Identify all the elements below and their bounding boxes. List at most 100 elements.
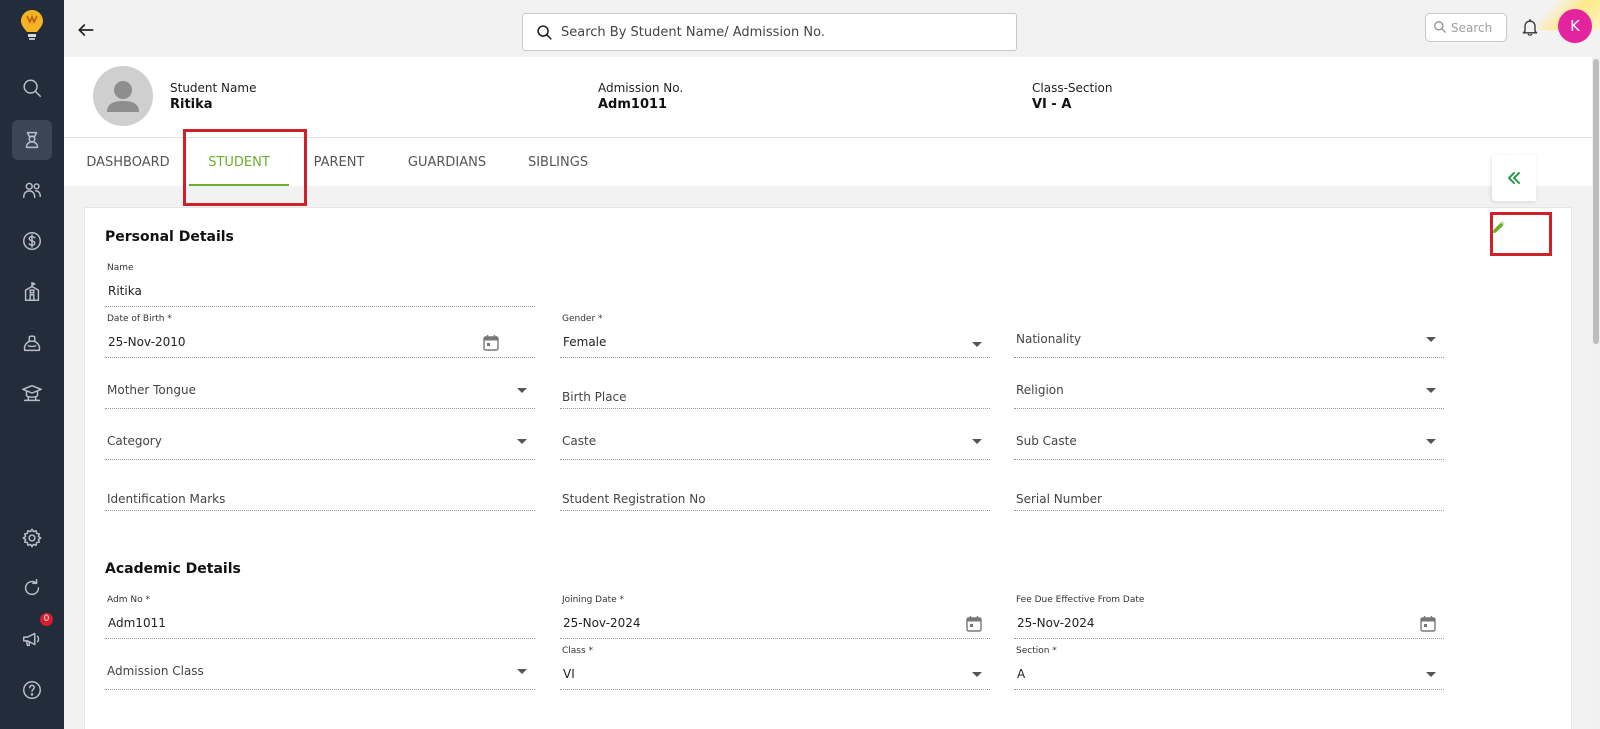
class-value: VI bbox=[563, 667, 575, 681]
personal-details-title: Personal Details bbox=[105, 229, 234, 245]
dob-label: Date of Birth * bbox=[107, 314, 172, 324]
gender-label: Gender * bbox=[562, 314, 603, 324]
joining-date-value: 25-Nov-2024 bbox=[563, 616, 641, 630]
calendar-icon[interactable] bbox=[483, 334, 499, 351]
chevron-down-icon bbox=[517, 388, 527, 393]
back-arrow-icon[interactable] bbox=[76, 20, 98, 42]
student-name-block: Student Name Ritika bbox=[170, 81, 256, 112]
section-select[interactable]: Section * A bbox=[1014, 646, 1444, 690]
nationality-select[interactable]: Nationality bbox=[1014, 314, 1444, 358]
name-field[interactable]: Name Ritika bbox=[105, 263, 535, 307]
sub-caste-placeholder: Sub Caste bbox=[1016, 434, 1077, 448]
academic-details-title: Academic Details bbox=[105, 561, 241, 577]
name-value: Ritika bbox=[108, 284, 142, 298]
caste-select[interactable]: Caste bbox=[560, 416, 990, 460]
identification-marks-placeholder: Identification Marks bbox=[107, 492, 226, 506]
tab-guardians[interactable]: GUARDIANS bbox=[408, 138, 486, 186]
chevron-down-icon bbox=[517, 669, 527, 674]
sidebar-help-icon[interactable] bbox=[12, 670, 52, 710]
name-label: Name bbox=[107, 263, 134, 273]
page-scrollbar[interactable] bbox=[1592, 57, 1600, 729]
section-value: A bbox=[1017, 667, 1026, 681]
chevron-down-icon bbox=[517, 439, 527, 444]
notification-count-badge: 0 bbox=[40, 613, 53, 626]
admission-class-select[interactable]: Admission Class bbox=[105, 646, 535, 690]
category-placeholder: Category bbox=[107, 434, 162, 448]
birth-place-field[interactable]: Birth Place bbox=[560, 365, 990, 409]
class-section-block: Class-Section VI - A bbox=[1032, 81, 1112, 112]
app-logo-icon[interactable] bbox=[18, 8, 46, 44]
global-search-box[interactable] bbox=[1425, 13, 1507, 42]
section-label: Section * bbox=[1016, 646, 1057, 656]
edit-button-highlight bbox=[1490, 212, 1552, 256]
student-name-label: Student Name bbox=[170, 81, 257, 95]
calendar-icon[interactable] bbox=[1420, 615, 1436, 632]
sidebar-refresh-icon[interactable] bbox=[12, 568, 52, 608]
details-card: Personal Details Name Ritika Date of Bir… bbox=[84, 207, 1572, 729]
fee-due-date-field[interactable]: Fee Due Effective From Date 25-Nov-2024 bbox=[1014, 595, 1444, 639]
adm-no-field[interactable]: Adm No * Adm1011 bbox=[105, 595, 535, 639]
sidebar-search-icon[interactable] bbox=[12, 68, 52, 108]
student-search-box[interactable] bbox=[522, 13, 1017, 51]
chevron-down-icon bbox=[1426, 388, 1436, 393]
student-tab-highlight bbox=[183, 129, 307, 206]
serial-number-field[interactable]: Serial Number bbox=[1014, 467, 1444, 511]
sidebar-graduation-cap-icon[interactable] bbox=[12, 373, 52, 413]
fee-due-value: 25-Nov-2024 bbox=[1017, 616, 1095, 630]
sidebar-users-icon[interactable] bbox=[12, 170, 52, 210]
tab-dashboard[interactable]: DASHBOARD bbox=[84, 138, 172, 186]
class-section-label: Class-Section bbox=[1032, 81, 1113, 95]
top-bar: K bbox=[64, 0, 1600, 57]
nationality-placeholder: Nationality bbox=[1016, 332, 1082, 346]
identification-marks-field[interactable]: Identification Marks bbox=[105, 467, 535, 511]
joining-date-field[interactable]: Joining Date * 25-Nov-2024 bbox=[560, 595, 990, 639]
class-select[interactable]: Class * VI bbox=[560, 646, 990, 690]
admission-value: Adm1011 bbox=[598, 97, 668, 112]
tab-siblings[interactable]: SIBLINGS bbox=[528, 138, 588, 186]
category-select[interactable]: Category bbox=[105, 416, 535, 460]
search-icon bbox=[537, 25, 552, 40]
global-search-input[interactable] bbox=[1451, 14, 1505, 41]
tab-parent[interactable]: PARENT bbox=[310, 138, 368, 186]
sidebar-gear-icon[interactable] bbox=[12, 518, 52, 558]
chevron-down-icon bbox=[972, 342, 982, 347]
user-avatar[interactable]: K bbox=[1558, 9, 1592, 43]
student-avatar bbox=[93, 66, 153, 126]
religion-select[interactable]: Religion bbox=[1014, 365, 1444, 409]
chevron-down-icon bbox=[1426, 439, 1436, 444]
sidebar-student-icon[interactable] bbox=[12, 120, 52, 160]
double-chevron-left-icon bbox=[1508, 172, 1520, 184]
student-search-input[interactable] bbox=[561, 14, 1001, 50]
calendar-icon[interactable] bbox=[966, 615, 982, 632]
chevron-down-icon bbox=[1426, 672, 1436, 677]
admission-block: Admission No. Adm1011 bbox=[598, 81, 683, 112]
collapse-panel-button[interactable] bbox=[1492, 155, 1536, 201]
class-section-value: VI - A bbox=[1032, 97, 1072, 112]
chevron-down-icon bbox=[972, 439, 982, 444]
sidebar-bag-icon[interactable] bbox=[12, 323, 52, 363]
gender-select[interactable]: Gender * Female bbox=[560, 314, 990, 358]
adm-no-value: Adm1011 bbox=[108, 616, 166, 630]
student-header: Student Name Ritika Admission No. Adm101… bbox=[64, 57, 1592, 138]
religion-placeholder: Religion bbox=[1016, 383, 1064, 397]
sidebar-megaphone-icon[interactable]: 0 bbox=[12, 613, 53, 659]
gender-value: Female bbox=[563, 335, 607, 349]
birth-place-placeholder: Birth Place bbox=[562, 390, 627, 404]
chevron-down-icon bbox=[1426, 337, 1436, 342]
mother-tongue-select[interactable]: Mother Tongue bbox=[105, 365, 535, 409]
class-label: Class * bbox=[562, 646, 594, 656]
chevron-down-icon bbox=[972, 672, 982, 677]
date-of-birth-field[interactable]: Date of Birth * 25-Nov-2010 bbox=[105, 314, 535, 358]
dob-value: 25-Nov-2010 bbox=[108, 335, 186, 349]
sidebar-dollar-icon[interactable] bbox=[12, 221, 52, 261]
admission-label: Admission No. bbox=[598, 81, 684, 95]
student-registration-no-field[interactable]: Student Registration No bbox=[560, 467, 990, 511]
serial-number-placeholder: Serial Number bbox=[1016, 492, 1102, 506]
student-name-value: Ritika bbox=[170, 97, 213, 112]
sub-caste-select[interactable]: Sub Caste bbox=[1014, 416, 1444, 460]
scrollbar-thumb[interactable] bbox=[1593, 59, 1599, 344]
mother-tongue-placeholder: Mother Tongue bbox=[107, 383, 196, 397]
student-registration-no-placeholder: Student Registration No bbox=[562, 492, 706, 506]
sidebar-school-building-icon[interactable] bbox=[12, 272, 52, 312]
search-icon bbox=[1434, 21, 1446, 33]
